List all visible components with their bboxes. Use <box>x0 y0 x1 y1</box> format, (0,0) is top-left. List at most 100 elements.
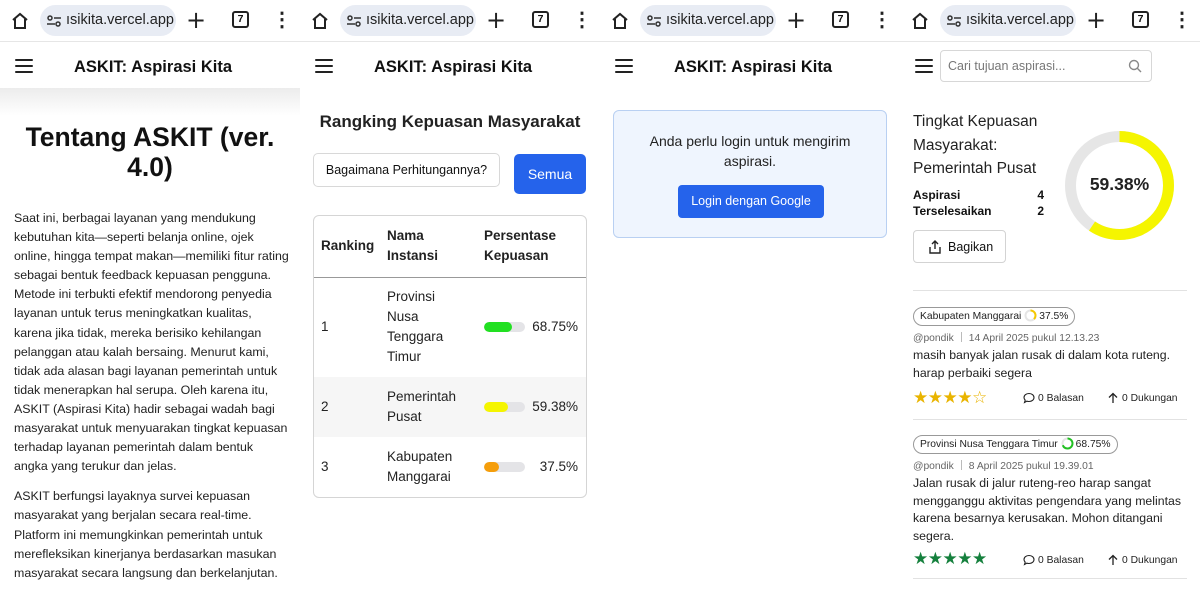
new-tab-icon[interactable]: + <box>786 6 806 34</box>
site-settings-icon[interactable] <box>46 13 62 29</box>
star-filled-icon: ★ <box>913 549 928 568</box>
satisfaction-donut: 59.38% <box>1062 128 1177 243</box>
tab-switcher-button[interactable]: 7 <box>532 11 549 28</box>
url-text: ısikita.vercel.app <box>666 12 774 28</box>
hamburger-menu-icon[interactable] <box>915 59 933 73</box>
browser-toolbar: ısikita.vercel.app + 7 ⋮ <box>900 0 1200 42</box>
address-bar[interactable]: ısikita.vercel.app <box>40 5 176 36</box>
hamburger-menu-icon[interactable] <box>15 59 33 73</box>
site-settings-icon[interactable] <box>346 13 362 29</box>
divider <box>913 419 1187 420</box>
star-filled-icon: ★ <box>927 388 943 407</box>
home-icon[interactable] <box>10 11 30 31</box>
table-row[interactable]: 1 Provinsi Nusa Tenggara Timur 68.75% <box>314 277 586 377</box>
column-header-name: Nama Instansi <box>387 228 439 263</box>
hamburger-menu-icon[interactable] <box>615 59 633 73</box>
institution-cell: Kabupaten Manggarai <box>387 449 453 484</box>
post-text: Jalan rusak di jalur ruteng-reo harap sa… <box>913 476 1181 543</box>
home-icon[interactable] <box>310 11 330 31</box>
reply-button[interactable]: 0 Balasan <box>1023 392 1084 404</box>
url-text: ısikita.vercel.app <box>966 12 1074 28</box>
app-title[interactable]: ASKIT: Aspirasi Kita <box>374 58 532 77</box>
search-input[interactable]: Cari tujuan aspirasi... <box>940 50 1152 82</box>
home-icon[interactable] <box>910 11 930 31</box>
address-bar[interactable]: ısikita.vercel.app <box>940 5 1076 36</box>
panel-login: ısikita.vercel.app + 7 ⋮ ASKIT: Aspirasi… <box>600 0 900 600</box>
address-bar[interactable]: ısikita.vercel.app <box>640 5 776 36</box>
app-title[interactable]: ASKIT: Aspirasi Kita <box>74 58 232 77</box>
how-calculated-button[interactable]: Bagaimana Perhitungannya? <box>313 153 500 187</box>
support-button[interactable]: 0 Dukungan <box>1107 554 1178 566</box>
star-filled-icon: ★ <box>957 388 972 407</box>
reply-button[interactable]: 0 Balasan <box>1023 554 1084 566</box>
home-icon[interactable] <box>610 11 630 31</box>
support-button[interactable]: 0 Dukungan <box>1107 392 1178 404</box>
more-menu-icon[interactable]: ⋮ <box>1172 7 1192 33</box>
divider <box>913 578 1187 579</box>
share-icon <box>929 240 941 254</box>
post-date: 14 April 2025 pukul 12.13.23 <box>968 333 1100 344</box>
aspiration-post[interactable]: Provinsi Nusa Tenggara Timur 68.75% @pon… <box>913 434 1193 574</box>
site-settings-icon[interactable] <box>946 13 962 29</box>
hamburger-menu-icon[interactable] <box>315 59 333 73</box>
institution-cell: Provinsi Nusa Tenggara Timur <box>387 289 444 364</box>
institution-tag[interactable]: Provinsi Nusa Tenggara Timur 68.75% <box>913 435 1118 454</box>
search-icon[interactable] <box>1128 59 1142 73</box>
url-text: ısikita.vercel.app <box>366 12 474 28</box>
column-header-rank: Ranking <box>321 238 375 253</box>
tag-ring-icon <box>1061 437 1074 450</box>
new-tab-icon[interactable]: + <box>486 6 506 34</box>
tab-switcher-button[interactable]: 7 <box>1132 11 1149 28</box>
share-button[interactable]: Bagikan <box>913 230 1006 263</box>
tab-switcher-button[interactable]: 7 <box>232 11 249 28</box>
satisfaction-title: Tingkat Kepuasan Masyarakat: Pemerintah … <box>913 113 1038 177</box>
browser-toolbar: ısikita.vercel.app + 7 ⋮ <box>300 0 600 42</box>
star-rating: ★★★★★ <box>913 549 987 569</box>
institution-cell: Pemerintah Pusat <box>387 389 457 424</box>
new-tab-icon[interactable]: + <box>186 6 206 34</box>
satisfaction-bar <box>484 402 525 412</box>
more-menu-icon[interactable]: ⋮ <box>872 7 892 33</box>
stat-label: Aspirasi <box>913 188 961 202</box>
tab-switcher-button[interactable]: 7 <box>832 11 849 28</box>
rank-cell: 1 <box>321 319 329 334</box>
satisfaction-bar-fill <box>484 402 509 412</box>
more-menu-icon[interactable]: ⋮ <box>272 7 292 33</box>
table-row[interactable]: 2 Pemerintah Pusat 59.38% <box>314 377 586 437</box>
app-title[interactable]: ASKIT: Aspirasi Kita <box>674 58 832 77</box>
aspiration-post[interactable]: Kabupaten Manggarai 37.5% @pondik 14 Apri… <box>913 306 1193 410</box>
new-tab-icon[interactable]: + <box>1086 6 1106 34</box>
reply-count: 0 Balasan <box>1038 555 1084 566</box>
post-user[interactable]: @pondik <box>913 333 954 344</box>
institution-tag[interactable]: Kabupaten Manggarai 37.5% <box>913 307 1076 326</box>
stat-value: 4 <box>1037 188 1044 202</box>
table-row[interactable]: 3 Kabupaten Manggarai 37.5% <box>314 437 586 497</box>
reply-count: 0 Balasan <box>1038 393 1084 404</box>
login-prompt: Anda perlu login untuk mengirim aspirasi… <box>613 110 887 238</box>
google-login-button[interactable]: Login dengan Google <box>678 185 824 218</box>
divider <box>913 290 1187 291</box>
percentage-cell: 59.38% <box>532 399 578 414</box>
url-text: ısikita.vercel.app <box>66 12 174 28</box>
filter-all-button[interactable]: Semua <box>514 154 586 194</box>
star-filled-icon: ★ <box>972 549 987 568</box>
tag-percent: 37.5% <box>1039 311 1069 322</box>
tag-label: Kabupaten Manggarai <box>920 311 1022 322</box>
support-count: 0 Dukungan <box>1122 555 1178 566</box>
star-empty-icon: ☆ <box>972 388 987 407</box>
satisfaction-bar-fill <box>484 322 513 332</box>
login-message: Anda perlu login untuk mengirim aspirasi… <box>649 133 851 169</box>
star-filled-icon: ★ <box>957 549 972 568</box>
comment-icon <box>1023 392 1035 404</box>
site-settings-icon[interactable] <box>646 13 662 29</box>
star-filled-icon: ★ <box>913 388 928 407</box>
post-user[interactable]: @pondik <box>913 461 954 472</box>
satisfaction-bar <box>484 462 525 472</box>
column-header-pct: Persentase Kepuasan <box>484 228 557 263</box>
more-menu-icon[interactable]: ⋮ <box>572 7 592 33</box>
donut-percent-label: 59.38% <box>1089 174 1150 194</box>
post-date: 8 April 2025 pukul 19.39.01 <box>968 461 1094 472</box>
support-count: 0 Dukungan <box>1122 393 1178 404</box>
address-bar[interactable]: ısikita.vercel.app <box>340 5 476 36</box>
star-rating: ★★★★☆ <box>913 388 987 408</box>
